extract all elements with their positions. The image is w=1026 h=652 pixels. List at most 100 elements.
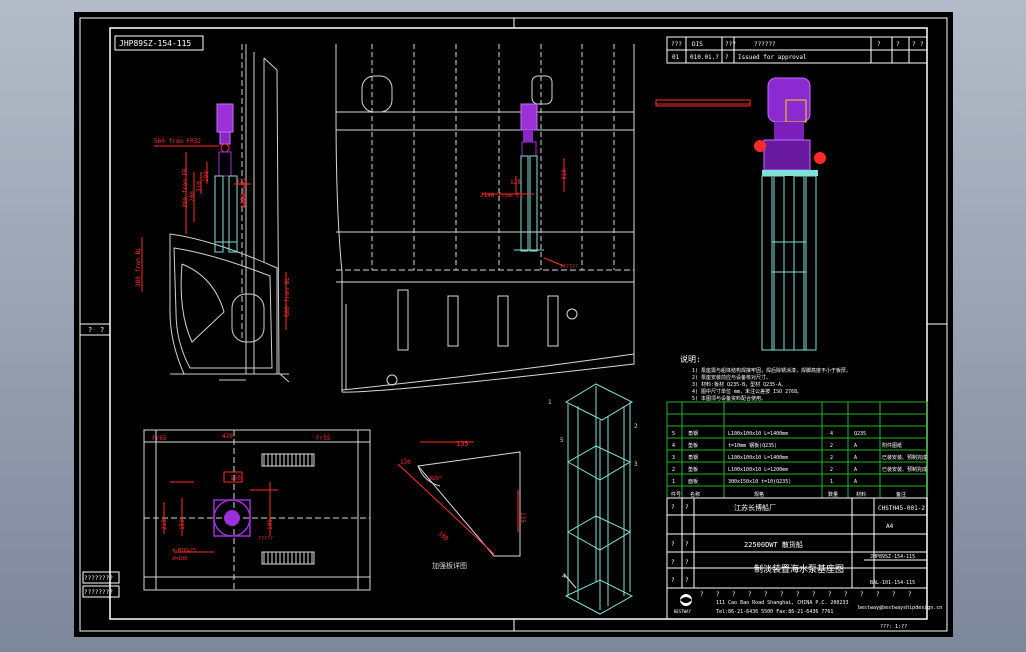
parts-table-cell: 4: [672, 443, 675, 449]
plan-callout: ?????: [258, 536, 273, 542]
plan-dim-2: 150: [230, 475, 241, 482]
table-header-name: 名称: [690, 491, 700, 498]
sheet-size: A4: [886, 523, 894, 530]
parts-table: 件号 名称 规格 数量 材料 备注 5 角钢 L100x100x10 L=1400m…: [666, 401, 928, 499]
detail-angle: R20°: [430, 476, 442, 482]
revision-table: ??? DIS ??? ?????? ? ? ? ? 01 010.01.? ?…: [666, 36, 928, 64]
detail-dim-3: 135: [519, 512, 526, 523]
pump-motor[interactable]: [216, 103, 234, 133]
parts-table-cell: 垫板: [688, 466, 698, 473]
parts-table-cell: 2: [830, 443, 833, 449]
parts-table-cell: 角钢: [688, 430, 698, 437]
plan-dim-3: 100: [267, 519, 274, 530]
plan-view[interactable]: Fr65 Fr55 470 150 100 210 150 4-M16×25 d…: [143, 429, 371, 591]
drawing-code: BAL-101-154-115: [870, 580, 915, 586]
side-view[interactable]: 560 from FR32 380 from FR 200 310 100 13…: [135, 44, 291, 383]
notes-block: 说明: 1) 泵座需与船体结构焊接牢固，焊后除锈涂漆，焊脚高度不小于板厚。 2)…: [680, 354, 851, 402]
section-dim-2: 310: [561, 169, 568, 180]
isometric-view[interactable]: [563, 383, 634, 615]
table-header-spec: 规格: [754, 491, 764, 498]
side-dim-1: 560 from FR32: [154, 138, 201, 145]
detail-dim-2: 130: [400, 459, 411, 466]
company-address: 111 Cao Bao Road Shanghai, CHINA P.C. 20…: [716, 600, 848, 606]
parts-table-cell: 1: [830, 479, 833, 485]
pump-motor-section[interactable]: [520, 103, 538, 131]
parts-table-cell: 2: [830, 467, 833, 473]
side-dim-7: 1350: [240, 193, 247, 208]
section-dim-3: 2148 from CL: [480, 192, 524, 199]
parts-table-cell: 面板: [688, 478, 698, 485]
rev-header-8: ?: [920, 41, 924, 48]
section-callout: ??????: [560, 264, 578, 270]
rev-header-5: ?: [877, 41, 881, 48]
title-bottom-cell: ?: [876, 591, 880, 598]
parts-table-cell: 附件图纸: [882, 442, 902, 449]
detail-dim-4: 180: [437, 530, 450, 543]
title-bottom-cell: ?: [812, 591, 816, 598]
drawing-number-2: JHP89SZ-154-115: [870, 554, 915, 560]
note-line-1: 1) 泵座需与船体结构焊接牢固，焊后除锈涂漆，焊脚高度不小于板厚。: [692, 367, 851, 374]
parts-table-cell: 已装安装、预制完成: [882, 466, 927, 473]
parts-table-cell: 5: [672, 431, 675, 437]
bestway-logo: BESTWAY: [674, 594, 692, 614]
logo-text: BESTWAY: [674, 609, 691, 614]
title-bottom-cell: ?: [732, 591, 736, 598]
parts-table-cell: 300x150x10 t=10(Q235): [728, 479, 791, 485]
plan-note-2: d=100: [172, 556, 187, 562]
plan-dim-4: 210: [161, 519, 168, 530]
title-bottom-cell: ?: [700, 591, 704, 598]
zoom-label: ???: 1:??: [880, 624, 907, 630]
company-name: 江苏长博船厂: [734, 503, 776, 512]
tb-label-1: ?: [671, 504, 675, 511]
section-view[interactable]: 125 310 2148 from CL ??????: [335, 44, 635, 393]
pump-3d-view[interactable]: [655, 77, 826, 351]
note-line-2: 2) 泵座安装前应与设备核对尺寸。: [692, 374, 771, 381]
title-bottom-cell: ?: [764, 591, 768, 598]
parts-table-cell: Q235: [854, 431, 866, 437]
title-bottom-cell: ?: [908, 591, 912, 598]
reference-number: JHP89SZ-154-115: [119, 39, 191, 48]
tb-label-5: ?: [671, 559, 675, 566]
plan-frame-2: Fr55: [316, 435, 331, 442]
side-dim-4: 310: [196, 181, 203, 192]
parts-table-cell: 3: [672, 455, 675, 461]
side-right-label: 680 from BL: [284, 277, 291, 317]
drawing-title: 制淡装置海水泵基座图: [754, 563, 844, 575]
tb-label-3: ?: [671, 541, 675, 548]
title-bottom-cell: ?: [892, 591, 896, 598]
iso-label-3: 3: [634, 461, 638, 468]
tb-label-8: ?: [685, 577, 689, 584]
drawing-number: CHSTH45-001-2: [878, 505, 925, 512]
side-dim-6: 135: [236, 178, 247, 185]
detail-view[interactable]: 135 130 135 180 R20° 加强板详图: [397, 440, 526, 570]
tb-label-7: ?: [671, 577, 675, 584]
stamp-label-2: ????????: [84, 589, 113, 596]
company-tel: Tel:86-21-6436 5500 Fax:86-21-6436 7761: [716, 609, 833, 615]
parts-table-cell: A: [854, 455, 857, 461]
plan-note-1: 4-M16×25: [172, 548, 196, 554]
rev-header-1: ???: [671, 41, 682, 48]
parts-table-cell: 2: [830, 455, 833, 461]
title-bottom-cell: ?: [860, 591, 864, 598]
plan-frame-1: Fr65: [152, 435, 167, 442]
drawing-sheet[interactable]: ? ? ???????? ???????? JHP89SZ-154-115 ??…: [74, 12, 953, 637]
parts-table-cell: L100x100x10 L=1400mm: [728, 455, 788, 461]
parts-table-cell: A: [854, 467, 857, 473]
side-left-label: 380 from BL: [135, 247, 142, 287]
title-bottom-cell: ?: [716, 591, 720, 598]
company-email: bestway@bestwayshipdesign.cn: [858, 605, 942, 611]
tb-label-4: ?: [685, 541, 689, 548]
cad-drawing-canvas[interactable]: ? ? ???????? ???????? JHP89SZ-154-115 ??…: [74, 12, 953, 637]
row-label-left-1: ?: [88, 326, 92, 334]
project-name: 22500DWT 散货船: [744, 540, 803, 549]
rev-row-1: 01: [672, 54, 680, 61]
parts-table-cell: 已装安装、预制完成: [882, 454, 927, 461]
iso-label-4: 4: [562, 573, 566, 580]
plan-dim-5: 150: [179, 519, 186, 530]
parts-table-cell: L100x100x10 L=1200mm: [728, 467, 788, 473]
rev-header-7: ?: [912, 41, 916, 48]
parts-table-cell: 4: [830, 431, 833, 437]
rev-row-4: Issued for approval: [738, 54, 807, 61]
table-header-no: 件号: [671, 491, 681, 498]
stamp-label-1: ????????: [84, 575, 113, 582]
